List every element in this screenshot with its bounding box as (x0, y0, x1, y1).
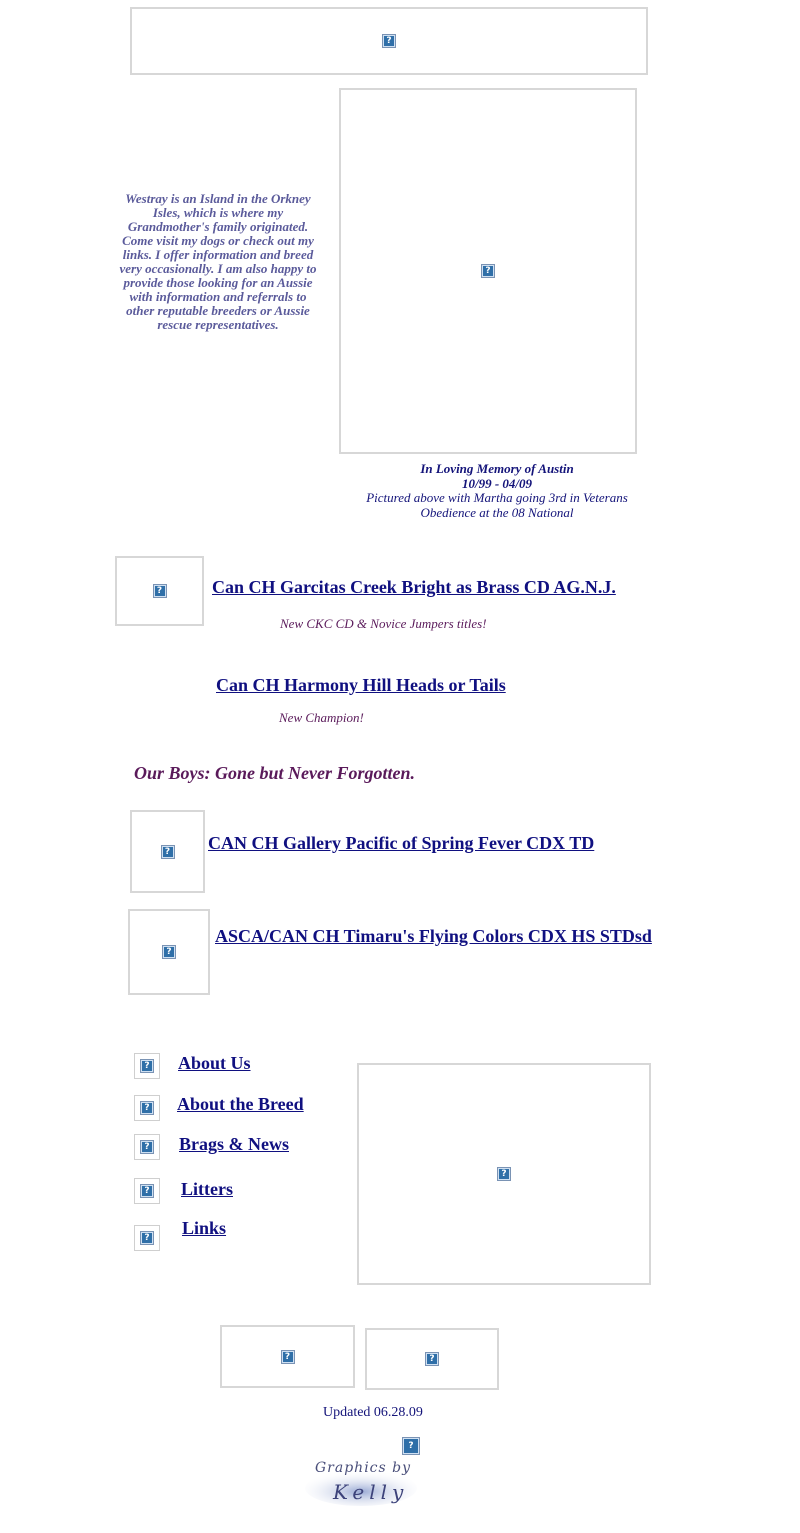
broken-image-icon: ? (481, 264, 495, 278)
nav-link-about-us[interactable]: About Us (178, 1053, 251, 1074)
banner-image: ? (130, 7, 648, 75)
intro-text: Westray is an Island in the Orkney Isles… (119, 191, 317, 332)
broken-image-icon: ? (140, 1059, 154, 1073)
broken-image-icon: ? (140, 1140, 154, 1154)
broken-image-icon: ? (140, 1184, 154, 1198)
broken-image-icon: ? (280, 1349, 295, 1364)
dog-thumbnail[interactable]: ? (115, 556, 204, 626)
dog-note: New Champion! (279, 710, 364, 725)
dog-link-timaru[interactable]: ASCA/CAN CH Timaru's Flying Colors CDX H… (215, 926, 652, 947)
broken-image-icon: ? (152, 584, 167, 598)
broken-image-icon: ? (160, 844, 175, 859)
broken-image-icon: ? (425, 1352, 439, 1366)
footer-badge-image[interactable]: ? (365, 1328, 499, 1390)
nav-bullet-icon[interactable]: ? (134, 1095, 160, 1121)
memorial-dates: 10/99 - 04/09 (461, 475, 533, 491)
footer-badge-image[interactable]: ? (220, 1325, 355, 1388)
dog-link-bright-as-brass[interactable]: Can CH Garcitas Creek Bright as Brass CD… (212, 577, 616, 598)
updated-text: Updated 06.28.09 (323, 1405, 423, 1420)
broken-image-icon: ? (402, 1437, 420, 1455)
dog-thumbnail[interactable]: ? (128, 909, 210, 995)
memorial-photo: ? (339, 88, 637, 454)
dog-note: New CKC CD & Novice Jumpers titles! (280, 616, 487, 631)
broken-image-icon: ? (497, 1167, 511, 1181)
credit-line1: Graphics by (315, 1460, 412, 1476)
nav-link-brags-news[interactable]: Brags & News (179, 1134, 289, 1155)
our-boys-heading: Our Boys: Gone but Never Forgotten. (134, 763, 416, 783)
nav-bullet-icon[interactable]: ? (134, 1178, 160, 1204)
nav-link-litters[interactable]: Litters (181, 1179, 233, 1200)
dog-thumbnail[interactable]: ? (130, 810, 205, 893)
broken-image-icon: ? (162, 945, 176, 959)
nav-link-links[interactable]: Links (182, 1218, 226, 1239)
memorial-description: Pictured above with Martha going 3rd in … (366, 490, 628, 520)
broken-image-icon: ? (140, 1101, 154, 1115)
nav-bullet-icon[interactable]: ? (134, 1225, 160, 1251)
graphics-by-kelly-logo[interactable]: Graphics by Kelly (303, 1458, 421, 1508)
broken-image-icon: ? (382, 34, 396, 48)
memorial-title: In Loving Memory of Austin (420, 461, 574, 476)
nav-link-about-the-breed[interactable]: About the Breed (177, 1094, 304, 1115)
broken-image-icon: ? (140, 1231, 154, 1245)
dog-link-gallery-pacific[interactable]: CAN CH Gallery Pacific of Spring Fever C… (208, 833, 594, 854)
dog-link-heads-or-tails[interactable]: Can CH Harmony Hill Heads or Tails (216, 675, 506, 696)
credit-line2: Kelly (333, 1480, 409, 1504)
nav-side-image: ? (357, 1063, 651, 1285)
nav-bullet-icon[interactable]: ? (134, 1053, 160, 1079)
nav-bullet-icon[interactable]: ? (134, 1134, 160, 1160)
memorial-caption: In Loving Memory of Austin 10/99 - 04/09… (340, 461, 654, 520)
